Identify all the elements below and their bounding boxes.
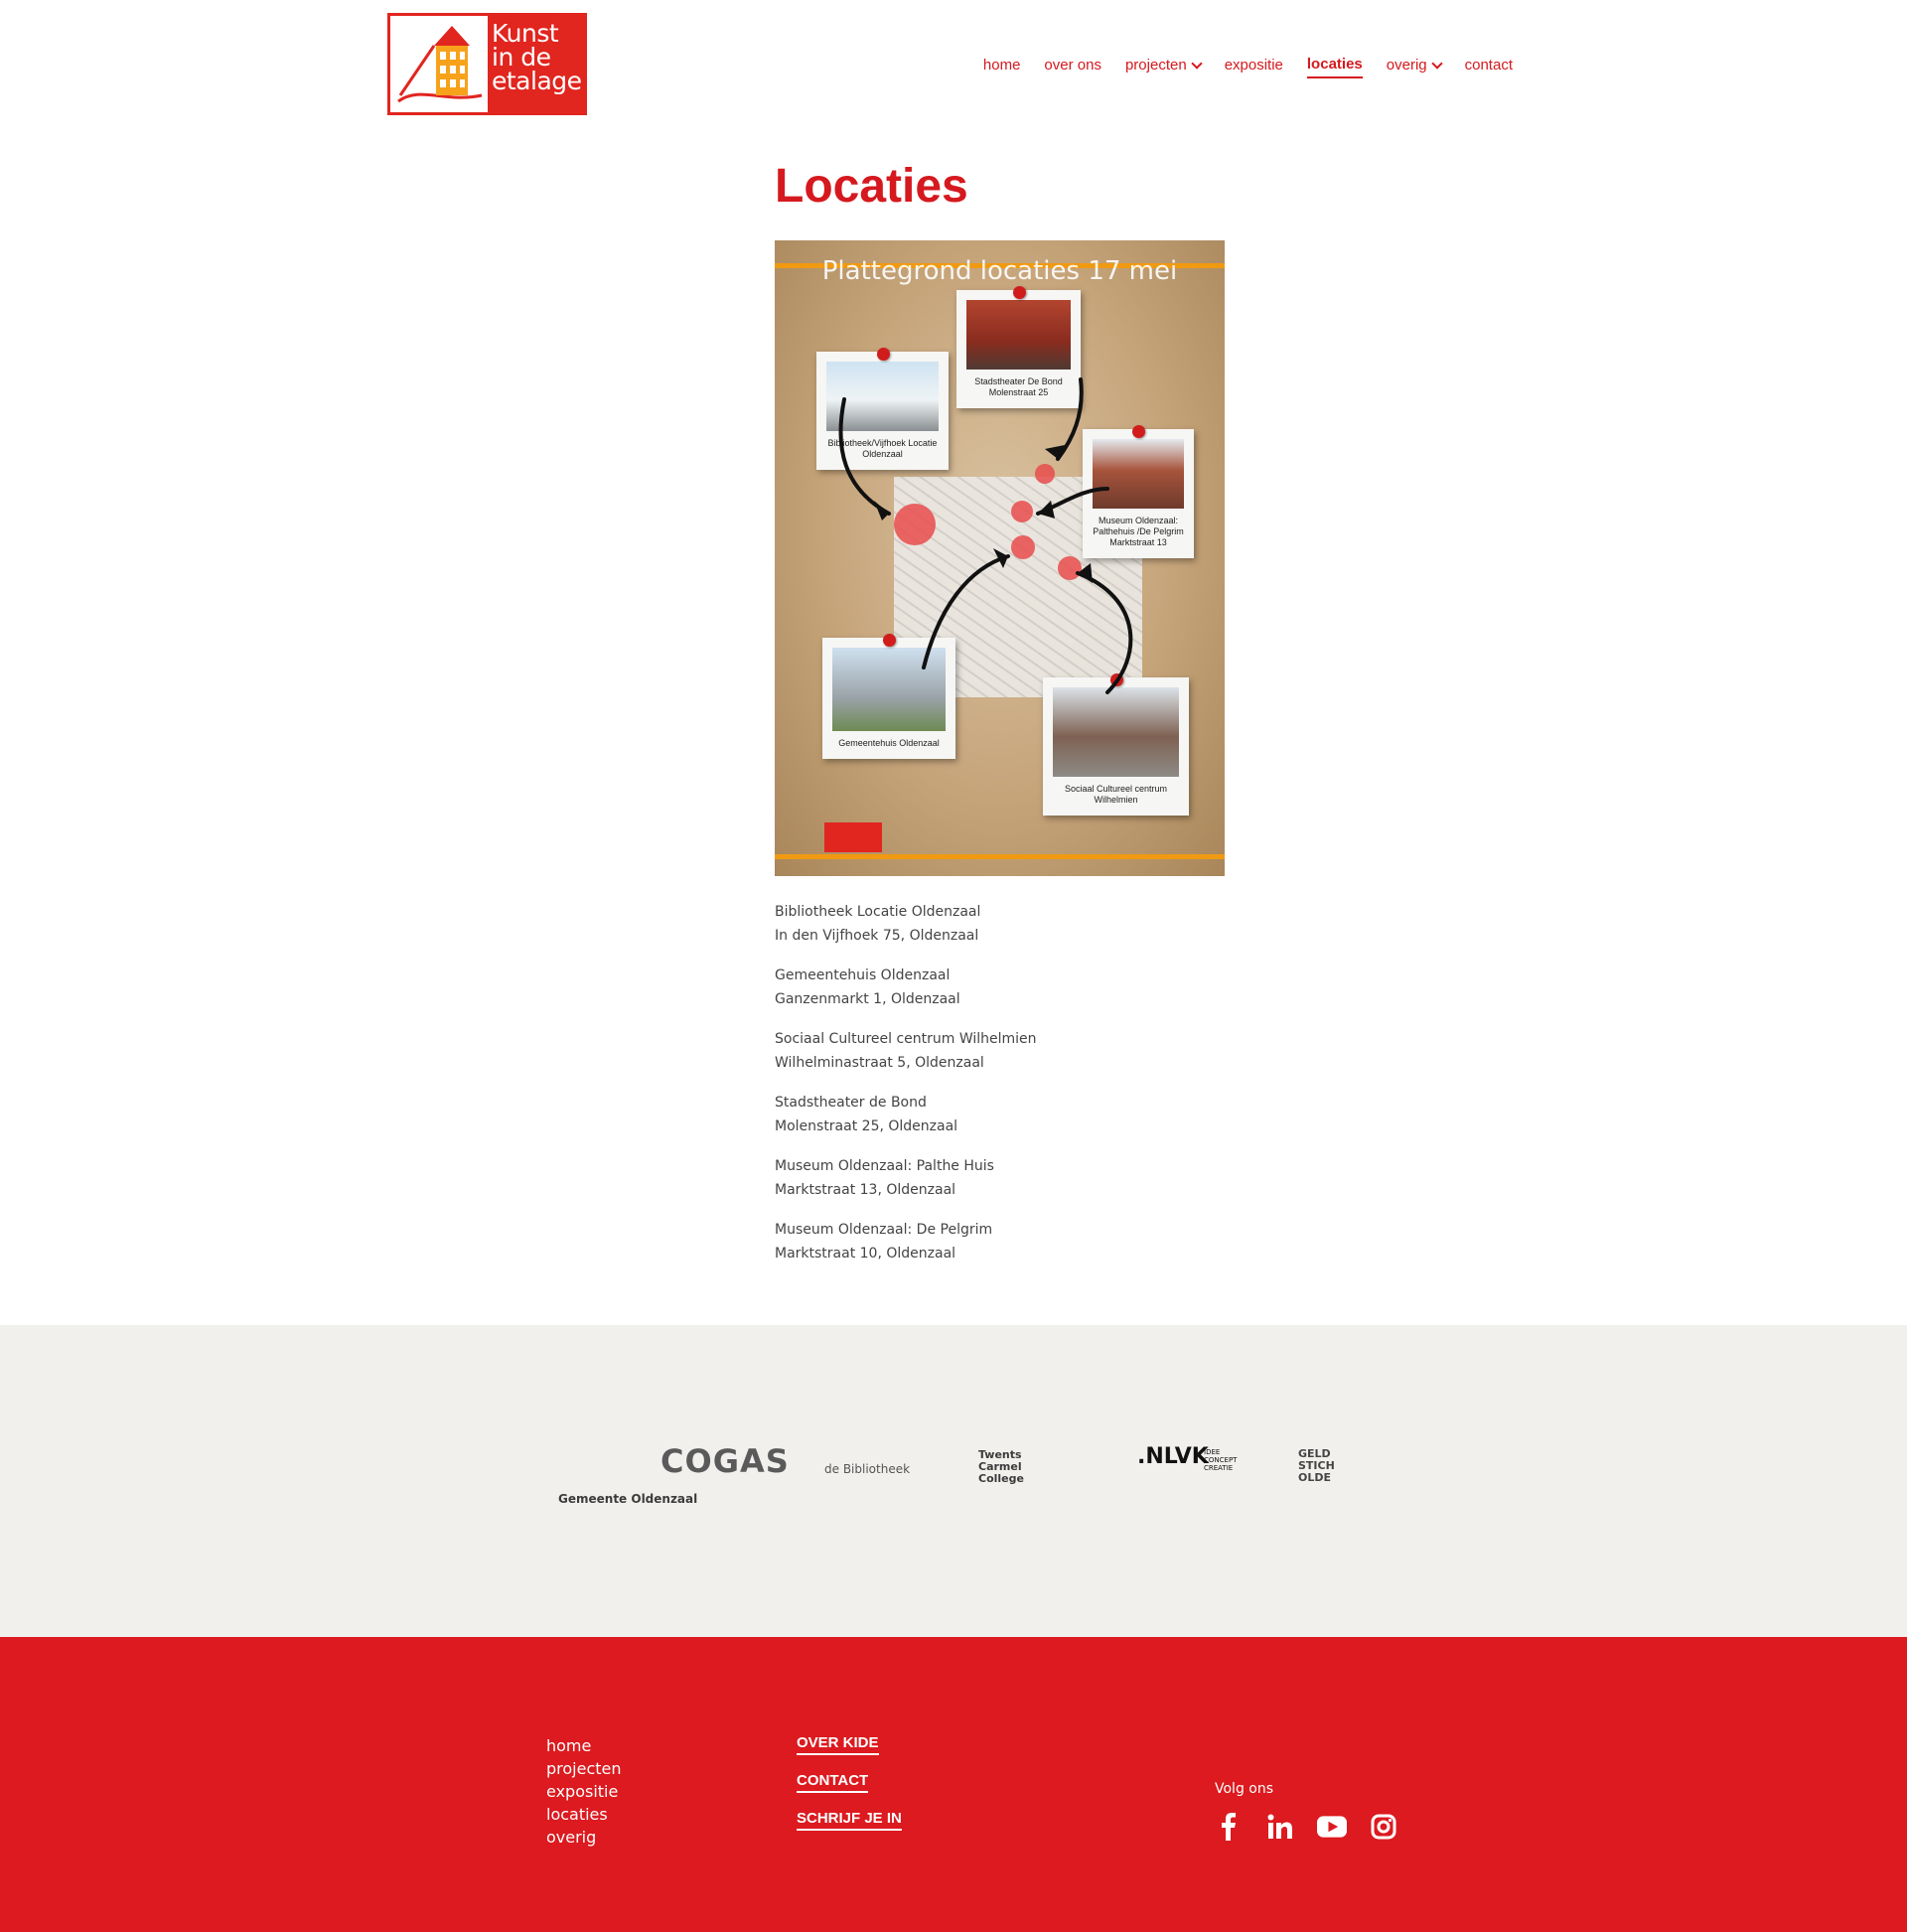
logo-building-icon [390, 16, 488, 112]
nav-label: projecten [1124, 57, 1187, 74]
address-name: Museum Oldenzaal: De Pelgrim [775, 1222, 993, 1238]
locations-map-image: Plattegrond locaties 17 mei Bibliotheek/… [775, 240, 1225, 876]
nav-overig[interactable]: overig [1386, 57, 1443, 77]
sponsor-logo-nlvk-tagline: IDEE CONCEPT CREATIE [1204, 1448, 1238, 1472]
address-street: Marktstraat 13, Oldenzaal [775, 1182, 956, 1198]
nav-over-ons[interactable]: over ons [1044, 57, 1101, 77]
address-item: Bibliotheek Locatie Oldenzaal In den Vij… [775, 900, 1037, 948]
footer-link-overig[interactable]: overig [546, 1826, 622, 1849]
sponsor-logo-cogas[interactable]: COGAS [660, 1442, 790, 1480]
chevron-down-icon [1191, 57, 1203, 70]
footer-cta-links: OVER KIDE CONTACT SCHRIJF JE IN [797, 1734, 902, 1848]
nav-label: overig [1386, 57, 1427, 74]
map-bottom-bar [775, 854, 1225, 859]
nav-label: expositie [1224, 57, 1283, 74]
address-name: Museum Oldenzaal: Palthe Huis [775, 1158, 994, 1174]
address-name: Sociaal Cultureel centrum Wilhelmien [775, 1031, 1037, 1047]
site-footer: home projecten expositie locaties overig… [0, 1637, 1907, 1932]
nav-label: contact [1464, 57, 1513, 74]
chevron-down-icon [1430, 57, 1443, 70]
address-street: Marktstraat 10, Oldenzaal [775, 1246, 956, 1262]
address-street: Molenstraat 25, Oldenzaal [775, 1118, 958, 1134]
sponsor-logo-geld-stichting[interactable]: GELD STICH OLDE [1298, 1448, 1351, 1484]
logo-wordmark: Kunst in de etalage [488, 16, 584, 112]
footer-link-contact[interactable]: CONTACT [797, 1772, 869, 1793]
address-street: In den Vijfhoek 75, Oldenzaal [775, 928, 979, 944]
nav-expositie[interactable]: expositie [1225, 57, 1283, 77]
address-name: Bibliotheek Locatie Oldenzaal [775, 904, 981, 920]
logo-line: etalage [492, 67, 582, 95]
footer-link-schrijf-je-in[interactable]: SCHRIJF JE IN [797, 1810, 902, 1831]
main-nav: home over ons projecten expositie locati… [983, 56, 1513, 78]
map-arrows [838, 377, 1133, 694]
footer-link-locaties[interactable]: locaties [546, 1803, 622, 1826]
footer-link-expositie[interactable]: expositie [546, 1780, 622, 1803]
social-links [1214, 1812, 1398, 1842]
address-item: Gemeentehuis Oldenzaal Ganzenmarkt 1, Ol… [775, 964, 1037, 1011]
page-title: Locaties [775, 160, 968, 213]
address-name: Stadstheater de Bond [775, 1095, 927, 1111]
nav-home[interactable]: home [983, 57, 1021, 77]
nav-projecten[interactable]: projecten [1124, 57, 1203, 77]
main-content: Locaties Plattegrond locaties 17 mei Bib… [0, 139, 1907, 1325]
footer-nav: home projecten expositie locaties overig [546, 1734, 622, 1849]
footer-link-over-kide[interactable]: OVER KIDE [797, 1734, 879, 1755]
address-list: Bibliotheek Locatie Oldenzaal In den Vij… [775, 900, 1037, 1281]
instagram-icon[interactable] [1369, 1812, 1398, 1842]
site-logo[interactable]: Kunst in de etalage [387, 13, 587, 115]
nav-label: locaties [1306, 56, 1363, 73]
footer-link-home[interactable]: home [546, 1734, 622, 1757]
address-name: Gemeentehuis Oldenzaal [775, 967, 951, 983]
site-header: Kunst in de etalage home over ons projec… [0, 0, 1907, 139]
address-street: Ganzenmarkt 1, Oldenzaal [775, 991, 960, 1007]
follow-label: Volg ons [1215, 1781, 1274, 1797]
nav-label: home [982, 57, 1021, 74]
nav-contact[interactable]: contact [1465, 57, 1513, 77]
address-street: Wilhelminastraat 5, Oldenzaal [775, 1055, 984, 1071]
address-item: Stadstheater de Bond Molenstraat 25, Old… [775, 1091, 1037, 1138]
sponsor-logo-nlvk[interactable]: .NLVK [1137, 1444, 1209, 1469]
address-item: Museum Oldenzaal: Palthe Huis Marktstraa… [775, 1154, 1037, 1202]
sponsor-logo-gemeente-oldenzaal[interactable]: Gemeente Oldenzaal [558, 1492, 697, 1506]
sponsor-logo-bibliotheek[interactable]: de Bibliotheek [824, 1462, 910, 1476]
footer-link-projecten[interactable]: projecten [546, 1757, 622, 1780]
sponsor-logo-twents-carmel[interactable]: Twents Carmel College [978, 1449, 1058, 1485]
nav-locaties[interactable]: locaties [1306, 56, 1363, 78]
linkedin-icon[interactable] [1265, 1812, 1295, 1842]
nav-label: over ons [1044, 57, 1101, 74]
facebook-icon[interactable] [1214, 1812, 1244, 1842]
address-item: Museum Oldenzaal: De Pelgrim Marktstraat… [775, 1218, 1037, 1265]
address-item: Sociaal Cultureel centrum Wilhelmien Wil… [775, 1027, 1037, 1075]
sponsor-strip: Gemeente Oldenzaal COGAS de Bibliotheek … [0, 1325, 1907, 1637]
youtube-icon[interactable] [1317, 1812, 1347, 1842]
map-logo [824, 822, 882, 852]
